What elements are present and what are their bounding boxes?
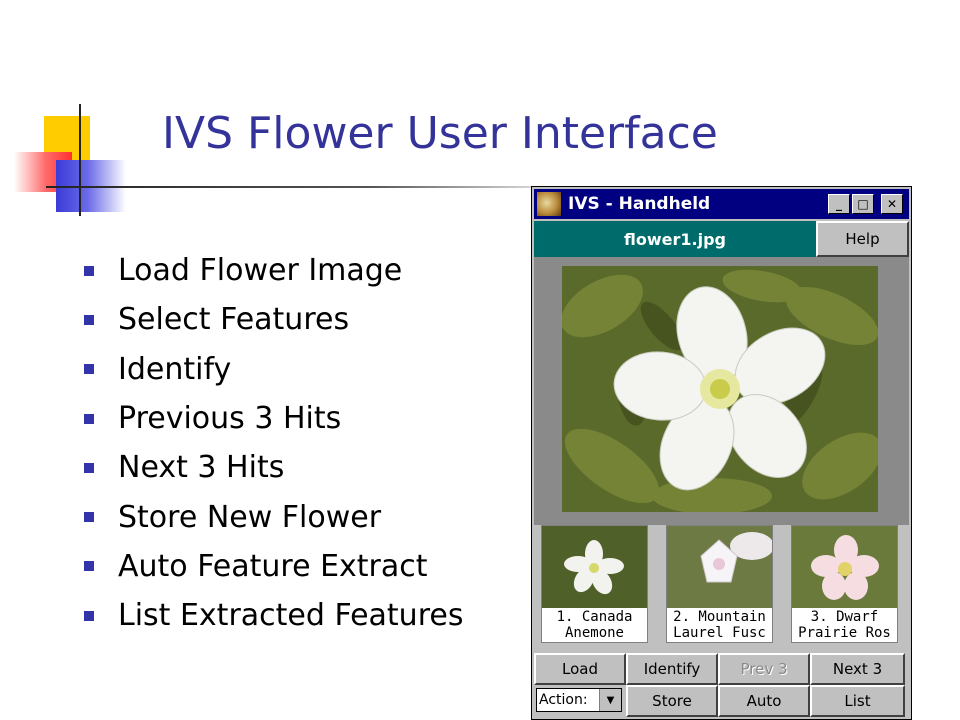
list-button[interactable]: List — [810, 685, 905, 717]
bullet-text: List Extracted Features — [118, 598, 464, 634]
app-icon — [537, 192, 561, 216]
bullet-list: Load Flower Image Select Features Identi… — [84, 246, 463, 640]
bullet-icon — [84, 314, 94, 325]
bullet-icon — [84, 462, 94, 473]
bullet-text: Load Flower Image — [118, 253, 403, 289]
maximize-button[interactable]: □ — [852, 194, 874, 214]
bullet-text: Previous 3 Hits — [118, 401, 342, 437]
bullet-icon — [84, 364, 94, 375]
bullet-icon — [84, 413, 94, 424]
close-button[interactable]: ✕ — [881, 194, 903, 214]
window-titlebar[interactable]: IVS - Handheld _ □ ✕ — [534, 189, 909, 219]
bullet-text: Select Features — [118, 302, 350, 338]
bullet-text: Identify — [118, 351, 232, 387]
load-button[interactable]: Load — [534, 653, 626, 685]
bullet-text: Store New Flower — [118, 499, 382, 535]
identify-button[interactable]: Identify — [626, 653, 718, 685]
window-title: IVS - Handheld — [568, 194, 711, 214]
result-thumbnail-1[interactable]: 1. Canada Anemone — [541, 525, 648, 643]
store-button[interactable]: Store — [626, 685, 718, 717]
chevron-down-icon[interactable]: ▼ — [599, 689, 621, 711]
action-select[interactable]: Action: ▼ — [536, 688, 622, 712]
bullet-item: Auto Feature Extract — [84, 542, 463, 591]
flower-thumb-image — [667, 526, 772, 608]
main-image-panel — [534, 257, 909, 525]
thumbnail-label: 1. Canada Anemone — [556, 609, 633, 641]
action-select-value: Action: — [539, 692, 588, 708]
flower-thumb-image — [542, 526, 647, 608]
title-underline — [46, 186, 586, 188]
flower-main-image[interactable] — [562, 266, 878, 512]
auto-button[interactable]: Auto — [718, 685, 810, 717]
bullet-item: Previous 3 Hits — [84, 394, 463, 443]
thumbnail-label: 2. Mountain Laurel Fusc — [673, 609, 766, 641]
bullet-item: Identify — [84, 345, 463, 394]
file-name-bar: flower1.jpg — [534, 221, 816, 257]
thumbnail-label: 3. Dwarf Prairie Ros — [798, 609, 891, 641]
bullet-item: Load Flower Image — [84, 246, 463, 295]
bullet-icon — [84, 610, 94, 621]
next-3-button[interactable]: Next 3 — [810, 653, 905, 685]
bullet-icon — [84, 561, 94, 572]
ivs-window: IVS - Handheld _ □ ✕ flower1.jpg Help 1.… — [531, 186, 912, 720]
result-thumbnail-2[interactable]: 2. Mountain Laurel Fusc — [666, 525, 773, 643]
bullet-item: List Extracted Features — [84, 591, 463, 640]
result-thumbnail-3[interactable]: 3. Dwarf Prairie Ros — [791, 525, 898, 643]
bullet-item: Store New Flower — [84, 492, 463, 541]
help-button[interactable]: Help — [816, 221, 909, 257]
bullet-text: Auto Feature Extract — [118, 548, 428, 584]
bullet-item: Select Features — [84, 295, 463, 344]
bullet-item: Next 3 Hits — [84, 443, 463, 492]
decor-vertical-line — [79, 104, 81, 216]
flower-thumb-image — [792, 526, 897, 608]
bullet-text: Next 3 Hits — [118, 450, 285, 486]
bullet-icon — [84, 265, 94, 276]
bullet-icon — [84, 512, 94, 523]
minimize-button[interactable]: _ — [828, 194, 850, 214]
slide-title: IVS Flower User Interface — [162, 108, 718, 159]
prev-3-button[interactable]: Prev 3 — [718, 653, 810, 685]
